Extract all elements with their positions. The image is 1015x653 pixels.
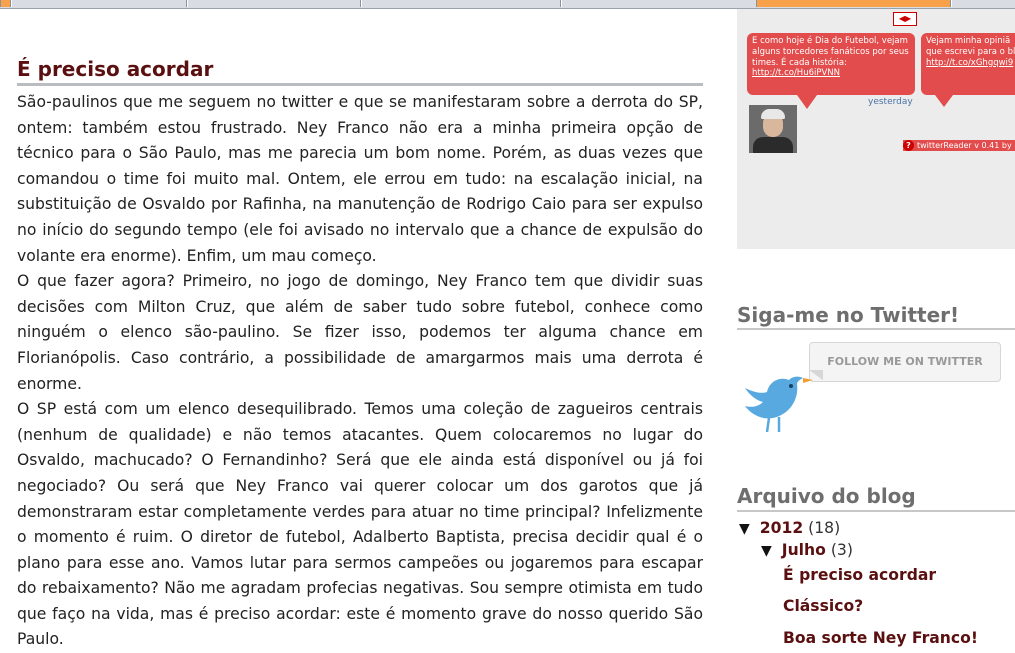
section-divider (737, 510, 1015, 512)
tweet-link[interactable]: http://t.co/xGhgqwi9 (926, 58, 1013, 68)
sidebar: ◀▶ E como hoje é Dia do Futebol, vejam a… (728, 9, 1015, 653)
collapse-toggle-icon[interactable]: ▼ (761, 543, 772, 559)
tweet-bubble-tail (797, 95, 817, 109)
archive-month: ▼ Julho (3) (761, 541, 853, 559)
title-divider (17, 83, 703, 86)
archive-year: ▼ 2012 (18) (739, 519, 840, 537)
section-divider (737, 328, 1015, 330)
twitter-reader-widget: ◀▶ E como hoje é Dia do Futebol, vejam a… (737, 9, 1015, 249)
archive-month-link[interactable]: Julho (782, 541, 826, 559)
tweet-link[interactable]: http://t.co/Hu6iPVNN (752, 68, 840, 78)
collapse-toggle-icon[interactable]: ▼ (739, 521, 750, 537)
reader-label: twitterReader v 0.41 by (917, 141, 1012, 150)
tweet-bubble: Vejam minha opiniã que escrevi para o bl… (921, 33, 1015, 95)
tweet-timestamp[interactable]: yesterday (868, 97, 913, 107)
post-paragraph: São-paulinos que me seguem no twitter e … (17, 93, 703, 265)
avatar[interactable] (749, 105, 797, 153)
taskbar-button[interactable] (10, 0, 188, 7)
follow-section-title: Siga-me no Twitter! (737, 303, 960, 327)
follow-badge: FOLLOW ME ON TWITTER (809, 342, 1001, 382)
taskbar-button[interactable] (560, 0, 758, 7)
post-title[interactable]: É preciso acordar (17, 57, 213, 81)
taskbar-strip (0, 0, 1015, 9)
help-icon[interactable]: ? (903, 140, 914, 151)
twitter-bird-icon (745, 376, 813, 433)
taskbar-button-active[interactable] (756, 0, 952, 7)
taskbar-button[interactable] (360, 0, 562, 7)
follow-me-button[interactable]: FOLLOW ME ON TWITTER (737, 338, 1007, 438)
tweet-bubble: E como hoje é Dia do Futebol, vejam algu… (747, 33, 915, 95)
tweet-bubble-tail (935, 95, 953, 107)
archive-count: (18) (808, 519, 841, 537)
archive-section-title: Arquivo do blog (737, 484, 916, 508)
taskbar-button[interactable] (950, 0, 1015, 7)
archive-count: (3) (830, 541, 853, 559)
tweet-text: E como hoje é Dia do Futebol, vejam algu… (752, 36, 909, 68)
twitter-reader-credit[interactable]: ? twitterReader v 0.41 by (903, 140, 1015, 151)
post-paragraph: O SP está com um elenco desequilibrado. … (17, 400, 703, 649)
taskbar-button[interactable] (186, 0, 362, 7)
archive-post-link[interactable]: É preciso acordar (783, 566, 936, 584)
tweet-nav-arrows[interactable]: ◀▶ (893, 12, 917, 26)
post-body: São-paulinos que me seguem no twitter e … (17, 90, 703, 653)
archive-year-link[interactable]: 2012 (760, 519, 803, 537)
tweet-text: Vejam minha opiniã que escrevi para o bl (926, 36, 1015, 57)
archive-post-link[interactable]: Clássico? (783, 597, 863, 615)
archive-post-link[interactable]: Boa sorte Ney Franco! (783, 629, 978, 647)
post-paragraph: O que fazer agora? Primeiro, no jogo de … (17, 272, 703, 393)
